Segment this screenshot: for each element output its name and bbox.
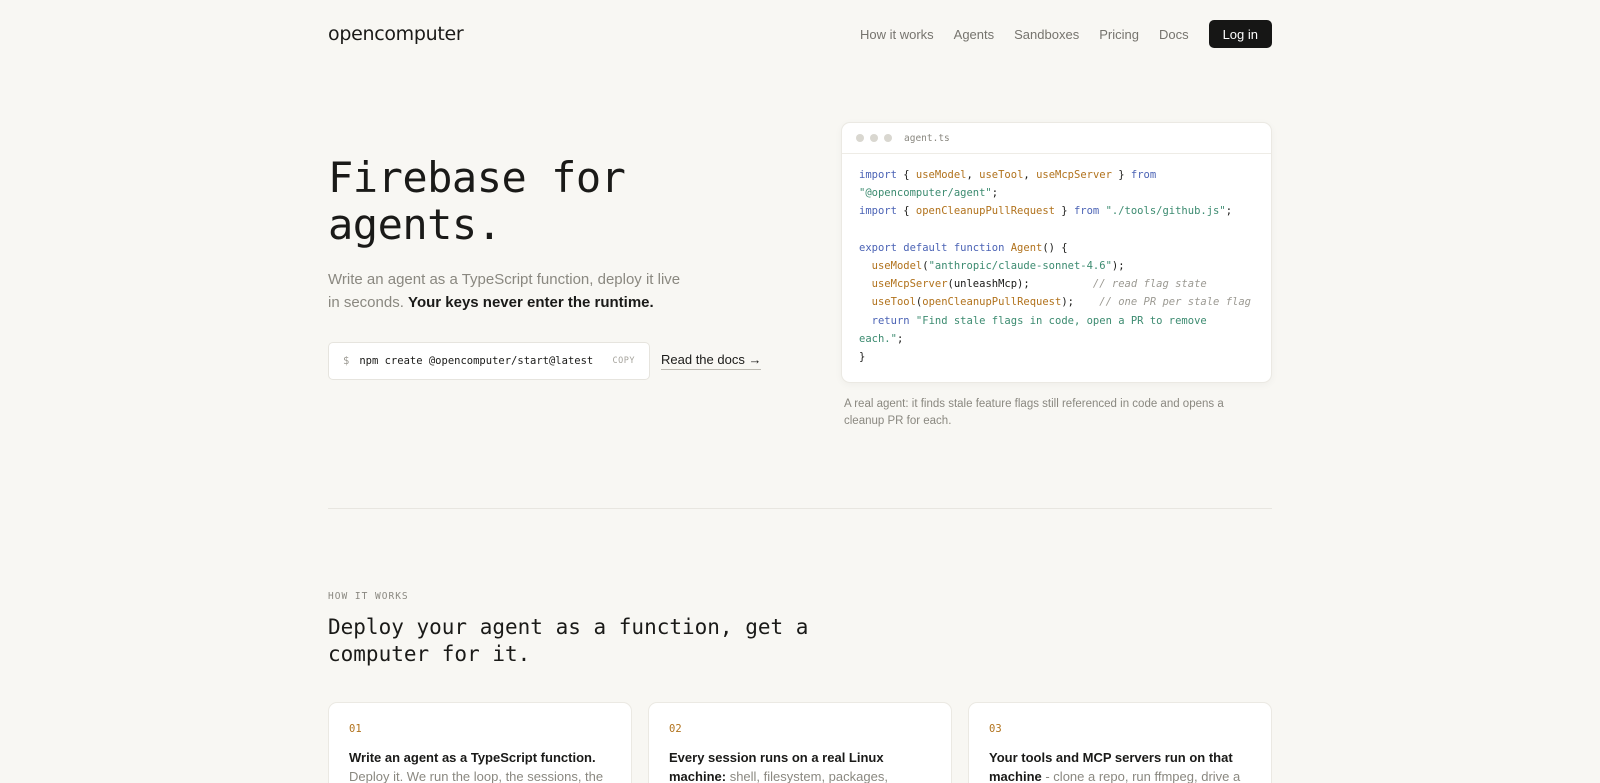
window-dot-icon [870,134,878,142]
logo[interactable]: opencomputer [328,23,464,45]
nav-docs[interactable]: Docs [1159,27,1189,42]
step-number: 02 [669,723,682,735]
login-button[interactable]: Log in [1208,20,1272,48]
step-number: 01 [349,723,362,735]
window-dot-icon [856,134,864,142]
code-card-header: agent.ts [842,123,1271,154]
step-text: Your tools and MCP servers run on that m… [989,748,1251,783]
site-header: opencomputer How it works Agents Sandbox… [328,0,1272,68]
step-text-rest: Deploy it. We run the loop, the sessions… [349,769,604,783]
copy-button[interactable]: COPY [613,356,635,366]
section-title: Deploy your agent as a function, get a c… [328,615,809,666]
hero-subtitle-bold: Your keys never enter the runtime. [408,294,654,311]
section-divider [328,508,1272,509]
step-text-bold: Write an agent as a TypeScript function. [349,750,596,765]
how-it-works-section: HOW IT WORKS Deploy your agent as a func… [328,591,1272,783]
step-text-rest: - clone a repo, run ffmpeg, drive a [1041,769,1241,783]
cta-row: $ npm create @opencomputer/start@latest … [328,342,768,380]
code-block: import { useModel, useTool, useMcpServer… [859,169,1251,364]
nav-pricing[interactable]: Pricing [1099,27,1139,42]
hero-section: Firebase for agents. Write an agent as a… [328,68,1272,508]
step-text-rest: shell, filesystem, packages, [726,769,888,783]
code-card: agent.ts import { useModel, useTool, use… [841,122,1272,383]
code-caption: A real agent: it finds stale feature fla… [844,398,1224,427]
install-command[interactable]: $ npm create @opencomputer/start@latest … [328,342,650,380]
hero-title-line1: Firebase for [328,153,626,202]
command-text: npm create @opencomputer/start@latest [359,355,594,367]
command-prompt: $ [343,355,350,367]
nav-how-it-works[interactable]: How it works [860,27,934,42]
hero-subtitle: Write an agent as a TypeScript function,… [328,268,688,314]
steps-list: 01 Write an agent as a TypeScript functi… [328,702,1272,783]
nav-agents[interactable]: Agents [954,27,994,42]
step-card: 01 Write an agent as a TypeScript functi… [328,702,632,783]
step-text: Every session runs on a real Linux machi… [669,748,931,783]
step-text: Write an agent as a TypeScript function.… [349,748,611,783]
page: opencomputer How it works Agents Sandbox… [328,0,1272,783]
window-dot-icon [884,134,892,142]
hero-title: Firebase for agents. [328,154,768,248]
step-card: 02 Every session runs on a real Linux ma… [648,702,952,783]
step-card: 03 Your tools and MCP servers run on tha… [968,702,1272,783]
nav-sandboxes[interactable]: Sandboxes [1014,27,1079,42]
code-filename: agent.ts [904,132,950,144]
read-docs-link[interactable]: Read the docs → [661,352,762,370]
main-nav: How it works Agents Sandboxes Pricing Do… [840,20,1272,48]
step-number: 03 [989,723,1002,735]
hero-title-line2: agents. [328,200,502,249]
hero-text: Firebase for agents. Write an agent as a… [328,154,768,380]
section-label: HOW IT WORKS [328,591,409,602]
